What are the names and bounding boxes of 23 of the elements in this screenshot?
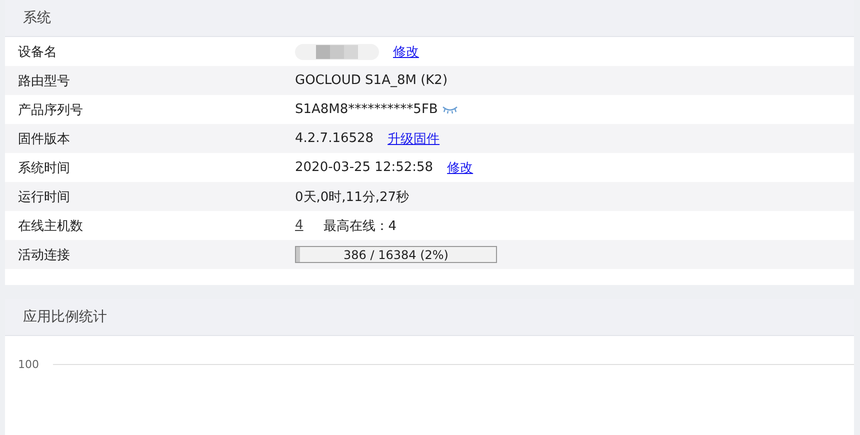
card-title: 应用比例统计 (23, 308, 107, 326)
row-label: 系统时间 (17, 160, 71, 176)
row-label: 运行时间 (17, 188, 71, 206)
row-value: S1A8M8**********5FB (295, 102, 438, 117)
row-value: 0天,0时,11分,27秒 (295, 188, 410, 206)
edit-link[interactable]: 修改 (447, 158, 474, 176)
edit-link[interactable]: 修改 (393, 42, 419, 60)
host-count-link[interactable]: 4 (295, 218, 304, 233)
closed-eye-icon[interactable] (442, 106, 458, 114)
progress-text: 386 / 16384 (2%) (344, 248, 448, 262)
row-label: 路由型号 (17, 72, 71, 90)
row-label: 活动连接 (17, 246, 71, 264)
row-label: 产品序列号 (17, 102, 84, 118)
card-title: 系统 (23, 9, 51, 27)
row-value: 4.2.7.16528 (295, 131, 374, 146)
row-label: 固件版本 (17, 130, 71, 148)
row-label: 在线主机数 (17, 218, 84, 234)
row-value: 2020-03-25 12:52:58 (295, 160, 434, 175)
edit-link[interactable]: 升级固件 (388, 130, 440, 148)
row-value: 最高在线：4 (323, 218, 397, 234)
axis-tick-label: 100 (18, 358, 39, 371)
row-value: GOCLOUD S1A_8M (K2) (295, 73, 448, 88)
row-label: 设备名 (17, 44, 58, 60)
